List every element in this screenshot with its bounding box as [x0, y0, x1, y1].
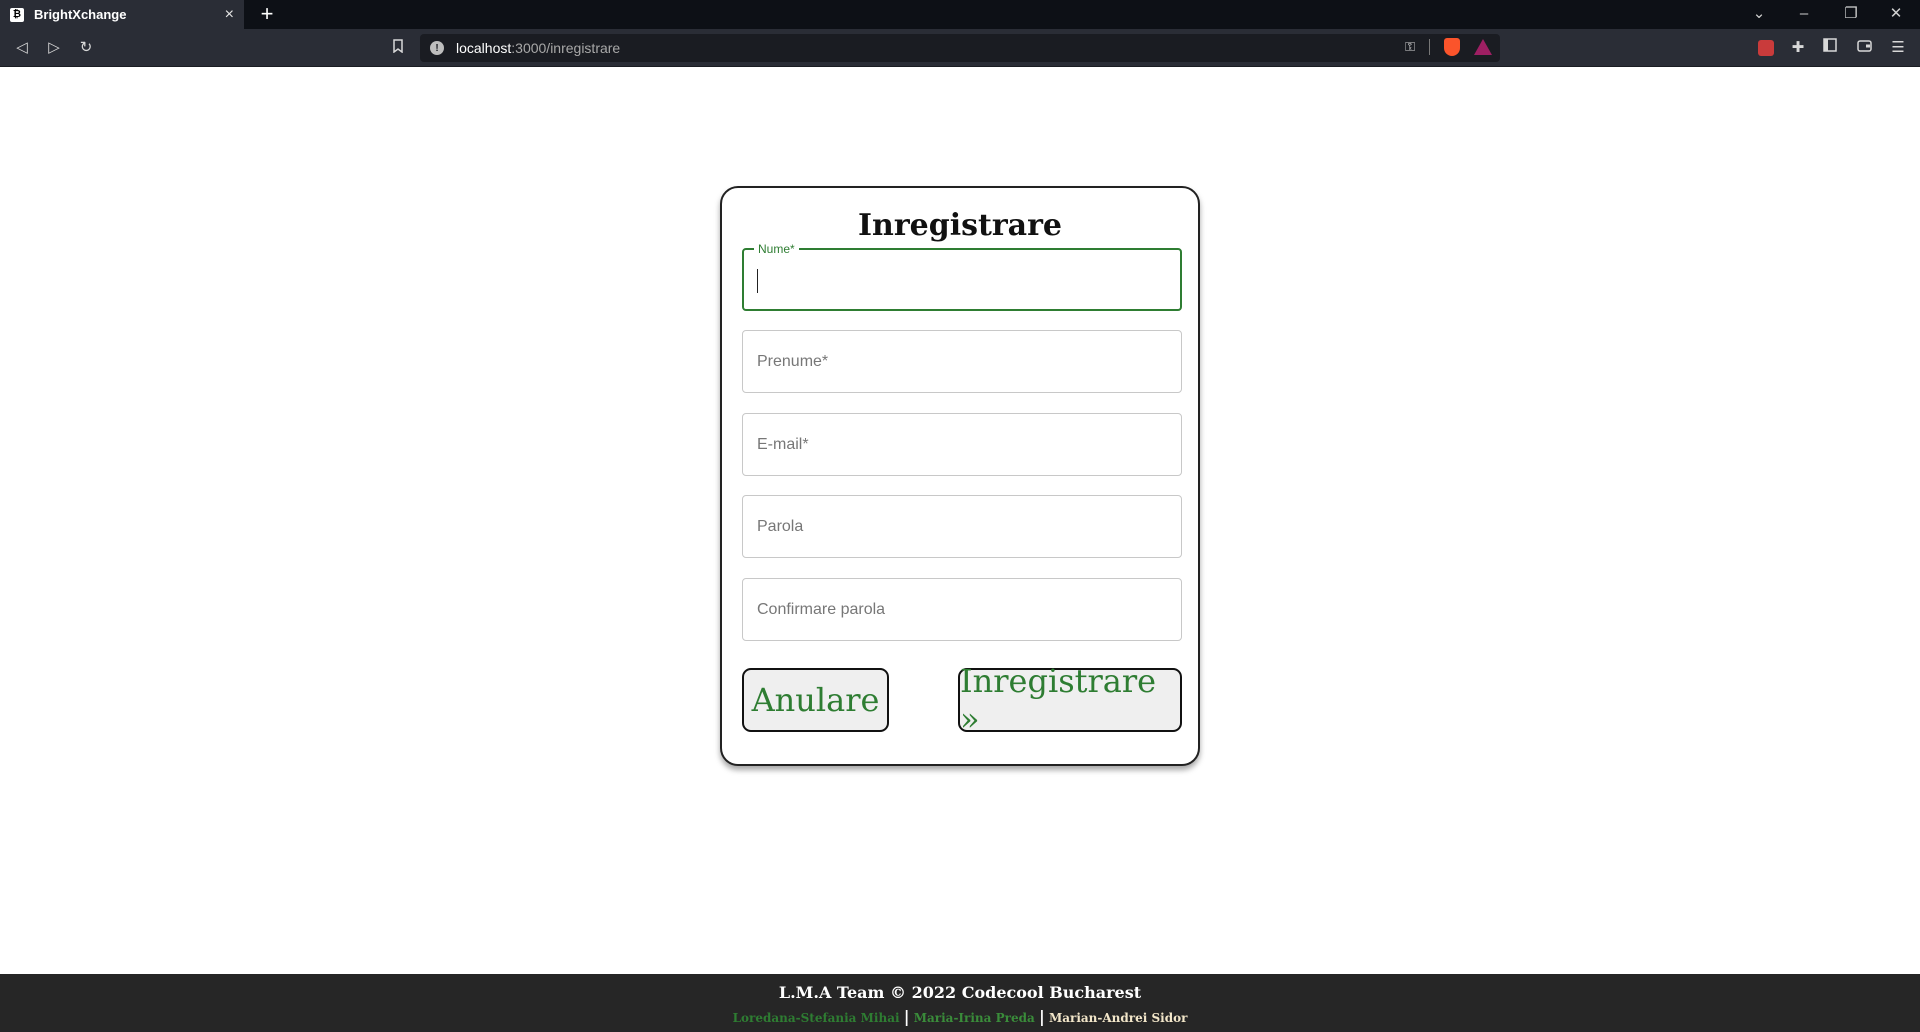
minimize-button[interactable]: –	[1793, 3, 1815, 25]
tab-title: BrightXchange	[34, 7, 127, 22]
bookmark-icon[interactable]	[387, 37, 409, 59]
restore-button[interactable]: ❐	[1840, 3, 1862, 25]
email-input[interactable]	[743, 414, 1181, 475]
page-content: Inregistrare Nume* Anulare Inregistrare …	[0, 67, 1920, 974]
browser-tab[interactable]: ₿ BrightXchange ×	[0, 0, 244, 29]
divider	[1429, 39, 1430, 55]
prenume-input[interactable]	[743, 331, 1181, 392]
new-tab-button[interactable]: +	[256, 3, 278, 25]
footer: L.M.A Team © 2022 Codecool Bucharest Lor…	[0, 974, 1920, 1032]
wallet-icon[interactable]	[1853, 37, 1875, 59]
url-path: :3000/inregistrare	[511, 40, 621, 56]
cancel-button[interactable]: Anulare	[742, 668, 889, 732]
back-button[interactable]: ◁	[11, 37, 33, 59]
form-title: Inregistrare	[858, 208, 1062, 243]
brave-shields-icon[interactable]	[1444, 38, 1460, 56]
key-icon[interactable]: ⚿	[1405, 39, 1415, 55]
prenume-field[interactable]	[742, 330, 1182, 393]
address-bar-actions: ⚿	[1405, 38, 1492, 56]
nume-label: Nume*	[754, 242, 799, 256]
puzzle-icon[interactable]: ✚	[1787, 37, 1809, 59]
reload-button[interactable]: ↻	[75, 37, 97, 59]
tab-close-icon[interactable]: ×	[225, 6, 234, 24]
register-button[interactable]: Inregistrare »	[958, 662, 1182, 738]
site-favicon-icon: ₿	[10, 7, 24, 22]
close-window-button[interactable]: ✕	[1885, 3, 1907, 25]
footer-separator: |	[1038, 1007, 1045, 1026]
register-card: Inregistrare Nume* Anulare Inregistrare …	[720, 186, 1200, 766]
forward-button[interactable]: ▷	[43, 37, 65, 59]
extension-icon[interactable]	[1758, 40, 1774, 56]
text-caret	[757, 269, 758, 293]
confirm-password-input[interactable]	[743, 579, 1181, 640]
parola-field[interactable]	[742, 495, 1182, 558]
menu-icon[interactable]: ☰	[1887, 37, 1909, 59]
password-input[interactable]	[743, 496, 1181, 557]
footer-copyright: L.M.A Team © 2022 Codecool Bucharest	[778, 983, 1142, 1002]
author-name: Maria-Irina Preda	[913, 1011, 1035, 1025]
address-bar[interactable]: ! localhost:3000/inregistrare ⚿	[420, 34, 1500, 62]
nume-field[interactable]: Nume*	[742, 242, 1182, 311]
footer-authors: Loredana-Stefania Mihai | Maria-Irina Pr…	[0, 1007, 1920, 1026]
author-name: Marian-Andrei Sidor	[1048, 1011, 1188, 1025]
tab-strip: ₿ BrightXchange × + ⌄ – ❐ ✕	[0, 0, 1920, 29]
author-name: Loredana-Stefania Mihai	[732, 1011, 900, 1025]
browser-toolbar: ◁ ▷ ↻ ! localhost:3000/inregistrare ⚿ ✚ …	[0, 29, 1920, 67]
sidebar-icon[interactable]	[1819, 37, 1841, 59]
footer-separator: |	[903, 1007, 910, 1026]
tab-list-dropdown-icon[interactable]: ⌄	[1748, 3, 1770, 25]
nume-input[interactable]	[744, 250, 1180, 309]
brave-rewards-icon[interactable]	[1474, 39, 1492, 55]
email-field[interactable]	[742, 413, 1182, 476]
confirm-password-field[interactable]	[742, 578, 1182, 641]
info-icon[interactable]: !	[430, 41, 444, 55]
url-host: localhost	[456, 40, 512, 56]
